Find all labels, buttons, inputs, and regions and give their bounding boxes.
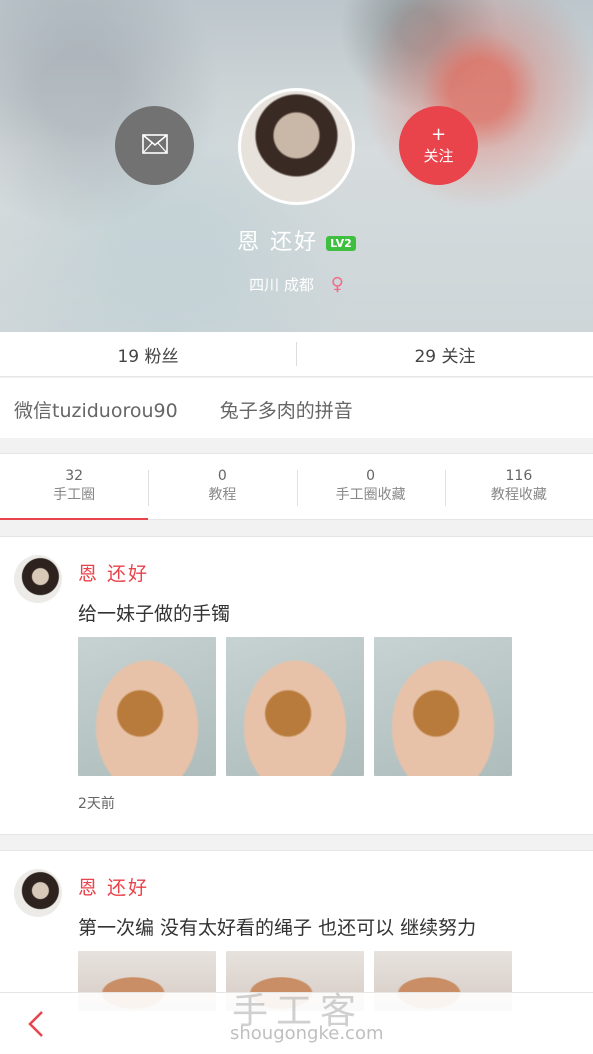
level-badge: LV2 xyxy=(326,235,356,251)
post-time: 2天前 xyxy=(78,796,115,812)
plus-icon: + xyxy=(430,123,447,145)
tab-circle-favorites[interactable]: 0 手工圈收藏 xyxy=(296,454,445,519)
following-count[interactable]: 29 关注 xyxy=(297,342,593,367)
tab-label: 手工圈收藏 xyxy=(335,487,406,503)
post-images xyxy=(78,637,512,776)
fans-count[interactable]: 19 粉丝 xyxy=(0,342,296,367)
post-avatar[interactable] xyxy=(14,555,62,603)
tab-count: 32 xyxy=(65,468,84,484)
user-location-row: 四川 成都 ♀ xyxy=(0,274,593,295)
post-text: 给一妹子做的手镯 xyxy=(78,603,231,625)
tab-label: 手工圈 xyxy=(53,487,96,503)
bio-note: 兔子多肉的拼音 xyxy=(219,400,353,422)
user-name: 恩 还好 xyxy=(237,230,319,255)
tab-count: 0 xyxy=(217,468,227,484)
post-author[interactable]: 恩 还好 xyxy=(78,559,149,586)
profile-tabs: 32 手工圈 0 教程 0 手工圈收藏 116 教程收藏 xyxy=(0,453,593,520)
tab-count: 0 xyxy=(366,468,376,484)
user-avatar[interactable] xyxy=(238,88,355,205)
message-button[interactable] xyxy=(115,106,194,185)
user-name-row: 恩 还好 LV2 xyxy=(0,224,593,256)
female-icon: ♀ xyxy=(330,274,344,295)
post-card[interactable]: 恩 还好 给一妹子做的手镯 2天前 xyxy=(0,536,593,835)
tab-tutorials[interactable]: 0 教程 xyxy=(148,454,296,519)
post-image[interactable] xyxy=(226,637,364,776)
post-text: 第一次编 没有太好看的绳子 也还可以 继续努力 xyxy=(78,917,477,939)
follow-button[interactable]: + 关注 xyxy=(399,106,478,185)
tab-count: 116 xyxy=(505,468,533,484)
stats-bar: 19 粉丝 29 关注 xyxy=(0,332,593,377)
user-location: 四川 成都 xyxy=(249,276,314,294)
follow-label: 关注 xyxy=(423,146,454,165)
post-image[interactable] xyxy=(374,637,512,776)
watermark-url: shougongke.com xyxy=(230,1023,384,1044)
bio-wechat: 微信tuziduorou90 xyxy=(14,400,178,422)
tab-tutorial-favorites[interactable]: 116 教程收藏 xyxy=(444,454,593,519)
post-author[interactable]: 恩 还好 xyxy=(78,873,149,900)
tab-label: 教程收藏 xyxy=(490,487,547,503)
profile-header: + 关注 恩 还好 LV2 四川 成都 ♀ xyxy=(0,0,593,332)
post-image[interactable] xyxy=(78,637,216,776)
post-avatar[interactable] xyxy=(14,869,62,917)
back-icon[interactable] xyxy=(26,1009,54,1039)
tab-handcraft-circle[interactable]: 32 手工圈 xyxy=(0,454,149,520)
user-bio: 微信tuziduorou90 兔子多肉的拼音 xyxy=(0,378,593,438)
tab-label: 教程 xyxy=(208,487,237,503)
mail-icon xyxy=(141,133,168,158)
